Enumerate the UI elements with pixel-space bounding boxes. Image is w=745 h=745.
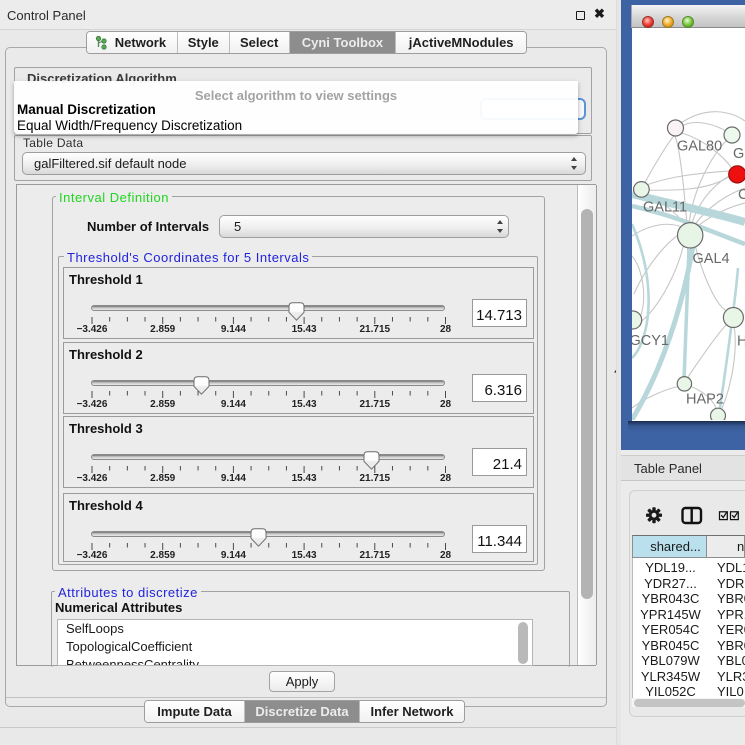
svg-text:H: H [737,334,745,350]
svg-text:GAL11: GAL11 [643,200,687,216]
svg-text:HAP2: HAP2 [686,392,724,408]
svg-text:G: G [733,146,744,162]
svg-text:GAL80: GAL80 [677,139,722,155]
svg-text:C: C [738,187,745,203]
svg-text:GCY1: GCY1 [632,333,669,349]
svg-text:GAL4: GAL4 [693,251,730,267]
